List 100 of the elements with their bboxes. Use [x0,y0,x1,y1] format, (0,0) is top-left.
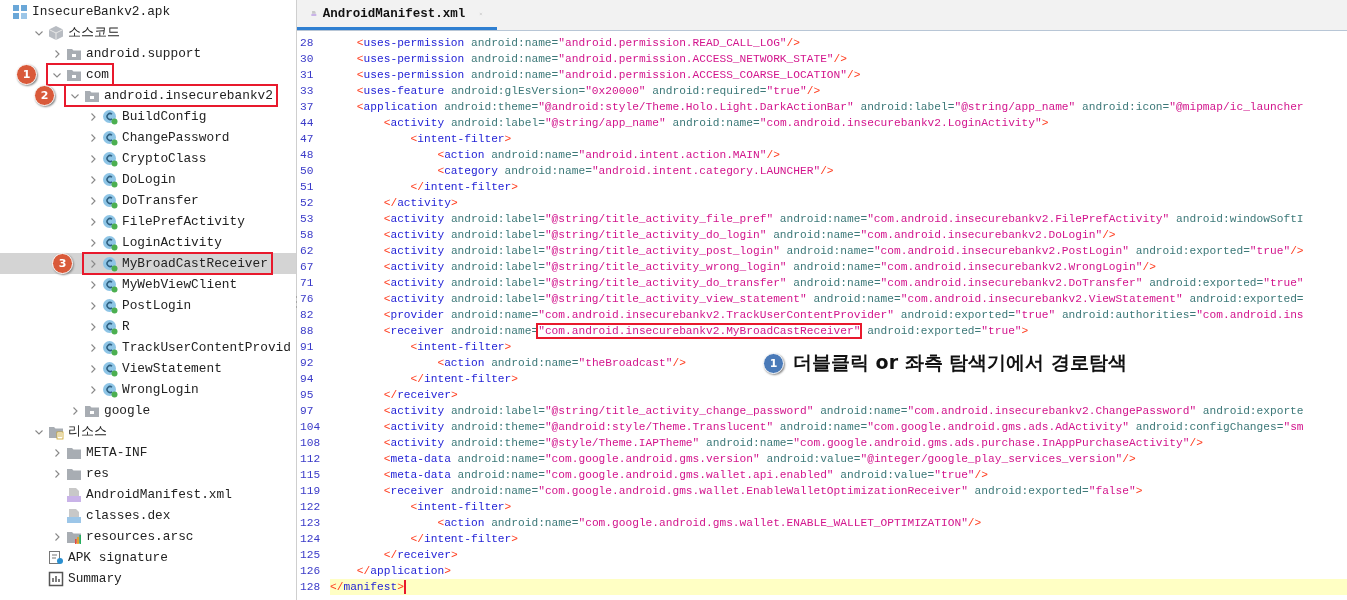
chevron-right-icon[interactable] [88,111,98,122]
chevron-right-icon[interactable] [52,48,62,59]
class-icon [102,318,118,335]
tree-item-label: resources.arsc [86,528,194,545]
tree-item-label: APK signature [68,549,168,566]
tree-row[interactable]: LoginActivity [0,232,296,253]
code-line: </intent-filter> [409,532,518,547]
summary-icon [48,570,64,587]
tree-item-label: ViewStatement [122,360,222,377]
class-icon [102,129,118,146]
code-line: <intent-filter> [409,500,512,515]
tree-row[interactable]: DoLogin [0,169,296,190]
tree-row[interactable]: BuildConfig [0,106,296,127]
class-icon [102,255,118,272]
code-line: <activity android:label="@string/title_activity_do_login" android:name="com.android.insecurebankv2.DoLogin"/> [382,228,1116,243]
tree-row[interactable]: Summary [0,568,296,589]
chevron-right-icon[interactable] [88,195,98,206]
chevron-right-icon[interactable] [52,468,62,479]
tree-item-label: com [86,66,110,83]
tree-row[interactable]: AndroidManifest.xml [0,484,296,505]
chevron-right-icon[interactable] [88,321,98,332]
code-line: </application> [355,564,451,579]
tree-row[interactable]: 3 MyBroadCastReceiver [0,253,296,274]
tree-row[interactable]: R [0,316,296,337]
code-line: <action android:name="theBroadcast"/> [436,356,686,371]
chevron-right-icon[interactable] [88,132,98,143]
chevron-right-icon[interactable] [88,216,98,227]
tree-row[interactable]: APK signature [0,547,296,568]
class-icon [102,213,118,230]
tree-row[interactable]: TrackUserContentProvid [0,337,296,358]
chevron-right-icon[interactable] [88,174,98,185]
chevron-right-icon[interactable] [88,153,98,164]
chevron-right-icon[interactable] [52,447,62,458]
tree-row[interactable]: classes.dex [0,505,296,526]
code-line: <intent-filter> [409,132,512,147]
chevron-right-icon[interactable] [88,279,98,290]
step-badge: 2 [34,85,55,106]
code-line: </manifest> [330,579,406,595]
manifest-file-icon [66,486,82,503]
tree-item-label: ChangePassword [122,129,230,146]
tree-item-label: android.insecurebankv2 [104,87,273,104]
code-line: <meta-data android:name="com.google.android.gms.version" android:value="@integer/google_play_services_version"/> [382,452,1136,467]
dex-file-icon [66,507,82,524]
tree-item-label: R [122,318,130,335]
chevron-right-icon[interactable] [88,363,98,374]
code-line: </activity> [382,196,458,211]
tree-row[interactable]: 1 com [0,64,296,85]
chevron-right-icon[interactable] [88,384,98,395]
grid-icon [12,3,28,20]
step-badge: 1 [16,64,37,85]
code-line: <action android:name="android.intent.action.MAIN"/> [436,148,780,163]
code-line: <activity android:label="@string/title_activity_post_login" android:name="com.android.insecurebankv2.PostLogin" android:exported="true"/> [382,244,1304,259]
tree-item-label: FilePrefActivity [122,213,245,230]
code-line: <activity android:label="@string/app_name" android:name="com.android.insecurebankv2.LoginActivity"> [382,116,1049,131]
chevron-right-icon[interactable] [88,342,98,353]
tree-row[interactable]: 리소스 [0,421,296,442]
tree-row[interactable]: InsecureBankv2.apk [0,1,296,22]
tree-item-label: DoTransfer [122,192,199,209]
code-line: <activity android:label="@string/title_activity_view_statement" android:name="com.android.insecurebankv2.ViewStatement" android:exported= [382,292,1304,307]
tree-row[interactable]: DoTransfer [0,190,296,211]
editor-tab[interactable]: AndroidManifest.xml [297,0,497,30]
chevron-right-icon[interactable] [88,300,98,311]
tree-item-label: MyWebViewClient [122,276,238,293]
class-icon [102,297,118,314]
tree-row[interactable]: FilePrefActivity [0,211,296,232]
certificate-icon [48,549,64,566]
code-line: <uses-permission android:name="android.permission.READ_CALL_LOG"/> [355,36,800,51]
tree-row[interactable]: 소스코드 [0,22,296,43]
tree-row[interactable]: META-INF [0,442,296,463]
code-line: <meta-data android:name="com.google.android.gms.wallet.api.enabled" android:value="true"/> [382,468,989,483]
tree-row[interactable]: PostLogin [0,295,296,316]
code-line: <activity android:label="@string/title_activity_do_transfer" android:name="com.android.insecurebankv2.DoTransfer" android:exported="true" [382,276,1304,291]
class-icon [102,108,118,125]
tree-row[interactable]: google [0,400,296,421]
tree-row[interactable]: CryptoClass [0,148,296,169]
tree-row[interactable]: android.support [0,43,296,64]
tree-row[interactable]: ViewStatement [0,358,296,379]
tree-item-label: 소스코드 [68,24,120,41]
callout-text: 더블클릭 or 좌측 탐색기에서 경로탐색 [793,350,1127,375]
tree-row[interactable]: res [0,463,296,484]
tree-item-label: AndroidManifest.xml [86,486,232,503]
chevron-right-icon[interactable] [88,258,98,269]
class-icon [102,339,118,356]
code-line: <uses-feature android:glEsVersion="0x20000" android:required="true"/> [355,84,821,99]
chevron-right-icon[interactable] [52,531,62,542]
code-line: <application android:theme="@android:style/Theme.Holo.Light.DarkActionBar" android:label="@string/app_name" android:icon="@mipmap/ic_launcher [355,100,1304,115]
code-line: <action android:name="com.google.android.gms.wallet.ENABLE_WALLET_OPTIMIZATION"/> [436,516,982,531]
tree-row[interactable]: ChangePassword [0,127,296,148]
tree-item-label: res [86,465,110,482]
tree-row[interactable]: resources.arsc [0,526,296,547]
tree-row[interactable]: MyWebViewClient [0,274,296,295]
class-icon [102,150,118,167]
chevron-right-icon[interactable] [88,237,98,248]
code-line: <provider android:name="com.android.insecurebankv2.TrackUserContentProvider" android:exported="true" android:authorities="com.android.ins [382,308,1304,323]
tree-item-label: InsecureBankv2.apk [32,3,171,20]
chevron-right-icon[interactable] [70,405,80,416]
step-badge: 1 [763,352,784,374]
step-badge: 3 [52,253,73,274]
class-icon [102,234,118,251]
tree-row[interactable]: WrongLogin [0,379,296,400]
